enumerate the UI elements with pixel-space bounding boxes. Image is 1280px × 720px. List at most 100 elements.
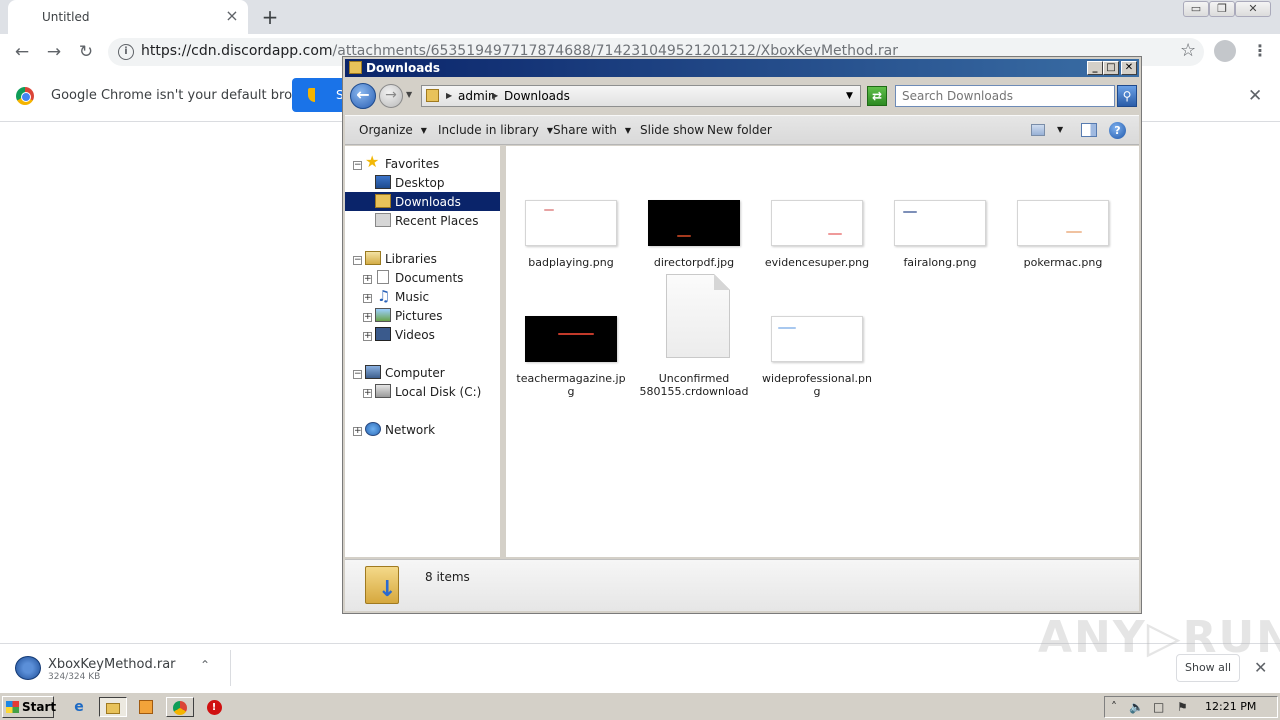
download-file-name[interactable]: XboxKeyMethod.rar xyxy=(48,657,176,672)
chrome-menu-icon[interactable]: ⋮ xyxy=(1252,40,1268,62)
local-disk-icon xyxy=(375,384,391,398)
forward-arrow-icon[interactable]: → xyxy=(379,84,403,108)
explorer-window: Downloads _ □ ✕ ← → ▼ ▶ admin ▶ Download… xyxy=(342,56,1142,614)
desktop-icon xyxy=(375,175,391,189)
browser-tab[interactable]: Untitled × xyxy=(8,0,248,34)
explorer-maximize-button[interactable]: □ xyxy=(1103,61,1119,75)
share-with-menu[interactable]: Share with ▼ xyxy=(553,123,631,137)
view-options-dropdown-icon[interactable]: ▼ xyxy=(1057,125,1063,134)
back-arrow-icon[interactable]: ← xyxy=(10,40,34,64)
close-window-button[interactable]: ✕ xyxy=(1235,1,1271,17)
include-in-library-menu[interactable]: Include in library ▼ xyxy=(438,123,553,137)
explorer-titlebar[interactable]: Downloads _ □ ✕ xyxy=(345,59,1139,77)
file-list-pane: badplaying.png directorpdf.jpg evidences… xyxy=(506,146,1139,557)
file-item[interactable]: teachermagazine.jpg xyxy=(516,316,626,436)
new-folder-button[interactable]: New folder xyxy=(707,123,772,137)
thumbnail-text-mark xyxy=(558,333,594,335)
help-icon[interactable]: ? xyxy=(1109,122,1126,139)
bookmark-star-icon[interactable]: ☆ xyxy=(1180,40,1196,61)
taskbar: Start e ! ˄ 🔈 □ ⚑ 12:21 PM xyxy=(0,692,1280,720)
tab-close-icon[interactable]: × xyxy=(224,8,240,24)
address-dropdown-icon[interactable]: ▼ xyxy=(846,91,853,101)
breadcrumb-downloads[interactable]: Downloads xyxy=(504,89,570,103)
chrome-icon xyxy=(173,701,187,715)
file-item[interactable]: pokermac.png xyxy=(1008,200,1118,320)
action-center-flag-icon[interactable]: ⚑ xyxy=(1177,700,1188,714)
new-tab-button[interactable]: + xyxy=(258,6,282,28)
collapse-icon[interactable]: − xyxy=(353,161,362,170)
computer-icon xyxy=(365,365,381,379)
download-file-size: 324/324 KB xyxy=(48,672,101,682)
explorer-address-bar[interactable]: ▶ admin ▶ Downloads ▼ xyxy=(421,85,861,107)
stop-icon: ! xyxy=(206,699,222,715)
expand-icon[interactable]: + xyxy=(363,275,372,284)
image-thumbnail xyxy=(771,200,863,246)
stop-app-icon[interactable]: ! xyxy=(203,697,225,717)
breadcrumb-admin[interactable]: admin xyxy=(458,89,496,103)
pictures-icon xyxy=(375,308,391,322)
uac-shield-icon xyxy=(308,88,322,102)
site-info-icon[interactable]: i xyxy=(118,44,134,60)
clock[interactable]: 12:21 PM xyxy=(1205,700,1256,713)
thumbnail-text-mark xyxy=(677,235,691,237)
windows-explorer-taskbar-button[interactable] xyxy=(99,697,127,717)
explorer-minimize-button[interactable]: _ xyxy=(1087,61,1103,75)
start-label: Start xyxy=(22,700,57,714)
nav-label: Documents xyxy=(395,271,464,285)
breadcrumb-arrow-icon[interactable]: ▶ xyxy=(446,91,452,100)
file-item[interactable]: badplaying.png xyxy=(516,200,626,320)
change-view-icon[interactable] xyxy=(1031,124,1045,136)
divider xyxy=(230,650,231,686)
libraries-icon xyxy=(365,251,381,265)
file-item[interactable]: wideprofessional.png xyxy=(762,316,872,436)
breadcrumb-arrow-icon[interactable]: ▶ xyxy=(492,91,498,100)
image-thumbnail xyxy=(525,200,617,246)
search-input[interactable] xyxy=(895,85,1115,107)
share-with-label: Share with xyxy=(553,123,617,137)
explorer-close-button[interactable]: ✕ xyxy=(1121,61,1137,75)
show-hidden-icons-icon[interactable]: ˄ xyxy=(1111,700,1117,714)
chevron-down-icon: ▼ xyxy=(624,126,632,135)
file-item[interactable]: evidencesuper.png xyxy=(762,200,872,320)
file-name: directorpdf.jpg xyxy=(653,256,735,269)
generic-file-icon xyxy=(666,274,730,358)
volume-icon[interactable]: 🔈 xyxy=(1129,700,1144,714)
organize-menu[interactable]: Organize ▼ xyxy=(359,123,427,137)
expand-icon[interactable]: + xyxy=(363,294,372,303)
reload-icon[interactable]: ↻ xyxy=(74,40,98,64)
expand-icon[interactable]: + xyxy=(363,313,372,322)
collapse-icon[interactable]: − xyxy=(353,370,362,379)
minimize-button[interactable]: ▭ xyxy=(1183,1,1209,17)
infobar-close-icon[interactable]: ✕ xyxy=(1248,86,1262,106)
refresh-icon[interactable]: ⇄ xyxy=(867,86,887,106)
forward-arrow-icon[interactable]: → xyxy=(42,40,66,64)
slide-show-button[interactable]: Slide show xyxy=(640,123,704,137)
media-icon xyxy=(139,700,153,714)
network-status-icon[interactable]: □ xyxy=(1153,700,1164,714)
expand-icon[interactable]: + xyxy=(353,427,362,436)
nav-label: Libraries xyxy=(385,252,437,266)
start-button[interactable]: Start xyxy=(2,696,57,718)
image-thumbnail xyxy=(894,200,986,246)
expand-icon[interactable]: + xyxy=(363,332,372,341)
file-name: badplaying.png xyxy=(528,256,614,269)
file-item[interactable]: fairalong.png xyxy=(885,200,995,320)
restore-button[interactable]: ❐ xyxy=(1209,1,1235,17)
chrome-taskbar-button[interactable] xyxy=(166,697,194,717)
recent-pages-dropdown-icon[interactable]: ▼ xyxy=(406,90,412,99)
media-player-icon[interactable] xyxy=(135,697,157,717)
details-pane: 8 items xyxy=(345,559,1139,611)
collapse-icon[interactable]: − xyxy=(353,256,362,265)
back-arrow-icon[interactable]: ← xyxy=(350,83,376,109)
profile-avatar-icon[interactable] xyxy=(1214,40,1236,62)
chevron-up-icon[interactable]: ⌃ xyxy=(200,658,210,672)
include-in-library-label: Include in library xyxy=(438,123,539,137)
internet-explorer-icon[interactable]: e xyxy=(68,697,90,717)
system-tray: ˄ 🔈 □ ⚑ 12:21 PM xyxy=(1104,696,1278,718)
videos-icon xyxy=(375,327,391,341)
preview-pane-icon[interactable] xyxy=(1081,123,1097,137)
expand-icon[interactable]: + xyxy=(363,389,372,398)
nav-label: Computer xyxy=(385,366,445,380)
file-item[interactable]: Unconfirmed 580155.crdownload xyxy=(639,274,749,444)
search-icon[interactable]: ⚲ xyxy=(1117,85,1137,107)
